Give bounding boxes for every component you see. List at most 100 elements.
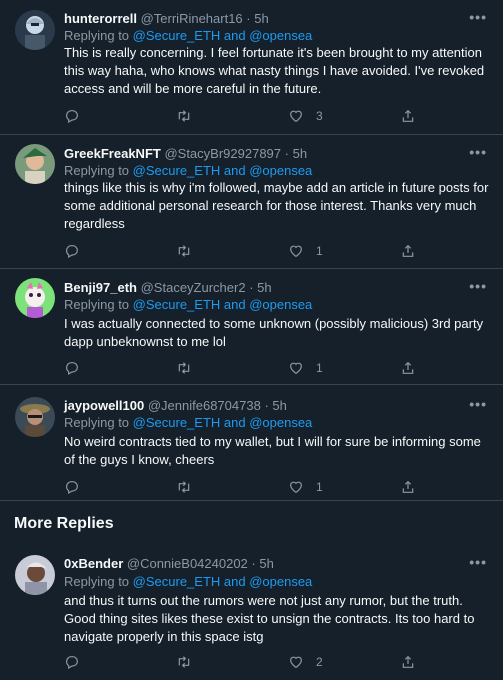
replying-to-label: Replying to xyxy=(64,574,130,589)
heart-icon xyxy=(290,245,302,258)
separator: · xyxy=(249,280,254,295)
retweet-button[interactable] xyxy=(176,107,192,125)
avatar[interactable] xyxy=(15,278,55,318)
like-count: 1 xyxy=(316,244,323,258)
heart-icon xyxy=(290,481,302,494)
like-button[interactable]: 1 xyxy=(288,242,323,260)
reply-mentions[interactable]: @Secure_ETH and @opensea xyxy=(133,297,313,312)
tweet-text: No weird contracts tied to my wallet, bu… xyxy=(64,434,481,467)
replying-to-label: Replying to xyxy=(64,297,130,312)
more-options-button[interactable]: ••• xyxy=(469,278,487,294)
retweet-button[interactable] xyxy=(176,653,192,671)
author-name[interactable]: jaypowell100 xyxy=(64,398,144,413)
avatar[interactable] xyxy=(15,397,55,437)
share-button[interactable] xyxy=(400,107,416,125)
separator: · xyxy=(264,398,269,413)
tweet[interactable]: Benji97_eth @StaceyZurcher2 · 5h ••• Rep… xyxy=(0,269,503,385)
author-handle[interactable]: @TerriRinehart16 xyxy=(141,11,243,26)
tweet[interactable]: hunterorrell @TerriRinehart16 · 5h ••• R… xyxy=(0,0,503,135)
author-handle[interactable]: @StaceyZurcher2 xyxy=(141,280,246,295)
like-button[interactable]: 3 xyxy=(288,107,323,125)
heart-icon xyxy=(290,362,302,375)
avatar-image xyxy=(15,10,55,50)
avatar[interactable] xyxy=(15,144,55,184)
tweet[interactable]: jaypowell100 @Jennife68704738 · 5h ••• R… xyxy=(0,385,503,501)
replying-to-label: Replying to xyxy=(64,28,130,43)
tweet-text: This is really concerning. I feel fortun… xyxy=(64,45,485,96)
tweet-text: things like this is why i'm followed, ma… xyxy=(64,180,489,231)
timestamp[interactable]: 5h xyxy=(272,398,286,413)
reply-button[interactable] xyxy=(64,653,80,671)
retweet-icon xyxy=(178,656,190,668)
retweet-button[interactable] xyxy=(176,242,192,260)
more-replies-heading: More Replies xyxy=(14,515,114,532)
reply-button[interactable] xyxy=(64,242,80,260)
author-handle[interactable]: @StacyBr92927897 xyxy=(164,146,281,161)
author-handle[interactable]: @ConnieB04240202 xyxy=(127,556,248,571)
author-name[interactable]: GreekFreakNFT xyxy=(64,146,161,161)
author-name[interactable]: Benji97_eth xyxy=(64,280,137,295)
heart-icon xyxy=(290,110,302,123)
tweet[interactable]: 0xBender @ConnieB04240202 · 5h ••• Reply… xyxy=(0,545,503,680)
reply-icon xyxy=(66,481,78,495)
like-button[interactable]: 1 xyxy=(288,478,323,496)
share-icon xyxy=(402,655,414,668)
tweet-text: I was actually connected to some unknown… xyxy=(64,316,484,349)
heart-icon xyxy=(290,656,302,669)
reply-icon xyxy=(66,110,78,124)
more-options-button[interactable]: ••• xyxy=(469,396,487,412)
like-count: 3 xyxy=(316,109,323,123)
separator: · xyxy=(284,146,289,161)
author-name[interactable]: 0xBender xyxy=(64,556,123,571)
author-name[interactable]: hunterorrell xyxy=(64,11,137,26)
tweet-text: and thus it turns out the rumors were no… xyxy=(64,593,475,644)
like-count: 2 xyxy=(316,655,323,669)
reply-button[interactable] xyxy=(64,478,80,496)
reply-icon xyxy=(66,362,78,376)
more-options-button[interactable]: ••• xyxy=(469,9,487,25)
share-icon xyxy=(402,244,414,257)
reply-button[interactable] xyxy=(64,107,80,125)
timestamp[interactable]: 5h xyxy=(259,556,273,571)
separator: · xyxy=(246,11,251,26)
avatar-image xyxy=(15,144,55,184)
share-button[interactable] xyxy=(400,653,416,671)
reply-mentions[interactable]: @Secure_ETH and @opensea xyxy=(133,574,313,589)
timestamp[interactable]: 5h xyxy=(293,146,307,161)
share-icon xyxy=(402,480,414,493)
avatar-image xyxy=(15,397,55,437)
retweet-icon xyxy=(178,481,190,493)
share-button[interactable] xyxy=(400,478,416,496)
reply-mentions[interactable]: @Secure_ETH and @opensea xyxy=(133,415,313,430)
author-handle[interactable]: @Jennife68704738 xyxy=(148,398,261,413)
reply-icon xyxy=(66,656,78,670)
more-options-button[interactable]: ••• xyxy=(469,554,487,570)
like-button[interactable]: 2 xyxy=(288,653,323,671)
like-button[interactable]: 1 xyxy=(288,359,323,377)
retweet-button[interactable] xyxy=(176,478,192,496)
retweet-icon xyxy=(178,110,190,122)
like-count: 1 xyxy=(316,480,323,494)
replying-to-label: Replying to xyxy=(64,415,130,430)
reply-icon xyxy=(66,245,78,259)
avatar-image xyxy=(15,555,55,595)
reply-button[interactable] xyxy=(64,359,80,377)
like-count: 1 xyxy=(316,361,323,375)
more-options-button[interactable]: ••• xyxy=(469,144,487,160)
share-icon xyxy=(402,109,414,122)
timestamp[interactable]: 5h xyxy=(254,11,268,26)
reply-mentions[interactable]: @Secure_ETH and @opensea xyxy=(133,163,313,178)
avatar[interactable] xyxy=(15,555,55,595)
reply-mentions[interactable]: @Secure_ETH and @opensea xyxy=(133,28,313,43)
tweet[interactable]: GreekFreakNFT @StacyBr92927897 · 5h ••• … xyxy=(0,135,503,269)
share-button[interactable] xyxy=(400,242,416,260)
avatar-image xyxy=(15,278,55,318)
retweet-icon xyxy=(178,245,190,257)
share-button[interactable] xyxy=(400,359,416,377)
replying-to-label: Replying to xyxy=(64,163,130,178)
share-icon xyxy=(402,361,414,374)
retweet-icon xyxy=(178,362,190,374)
timestamp[interactable]: 5h xyxy=(257,280,271,295)
avatar[interactable] xyxy=(15,10,55,50)
retweet-button[interactable] xyxy=(176,359,192,377)
